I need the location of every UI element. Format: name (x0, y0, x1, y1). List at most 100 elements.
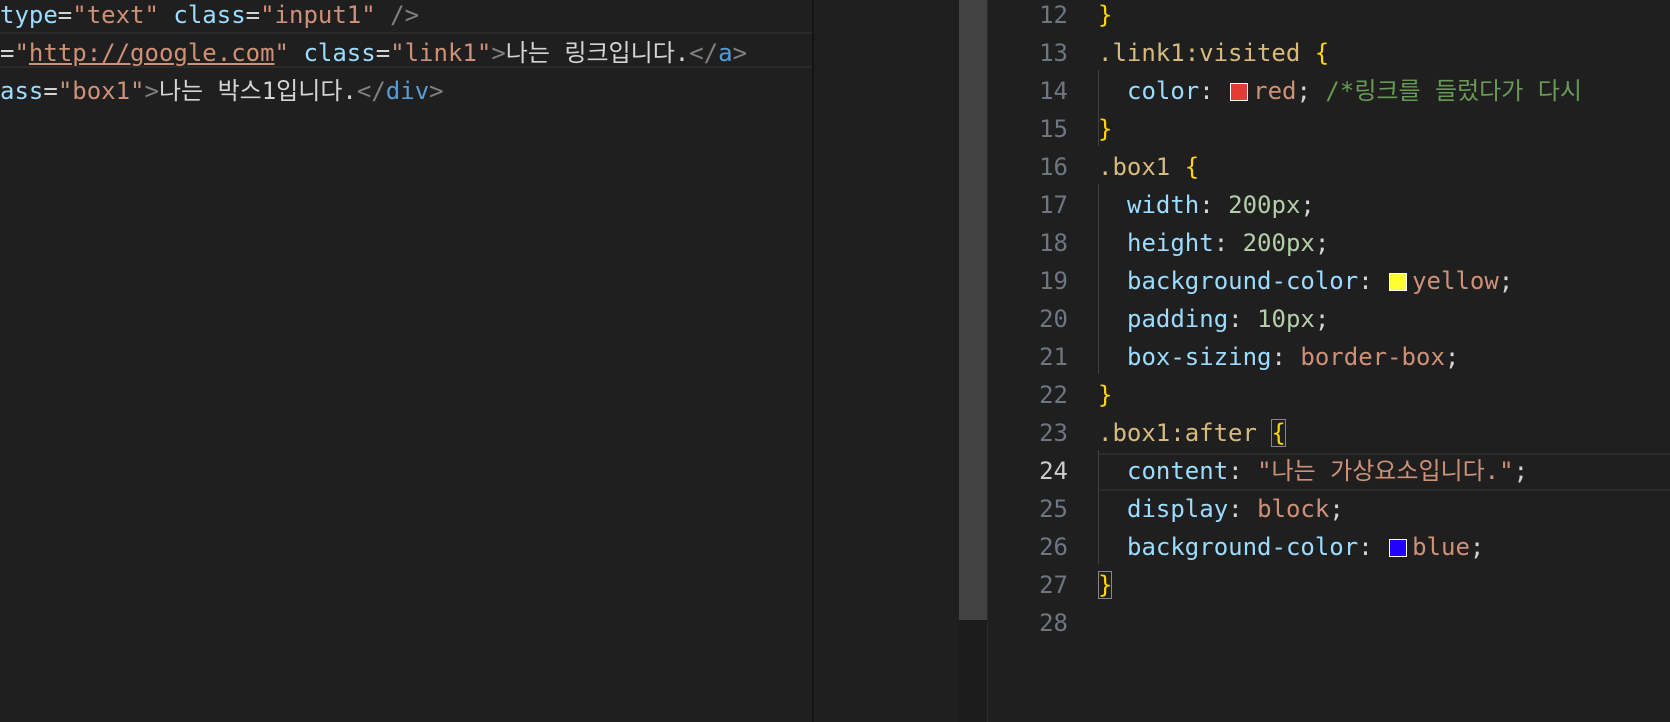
code-line[interactable]: 16 .box1 { (988, 148, 1670, 186)
code-token: : (1213, 229, 1243, 257)
code-line[interactable]: 18 height: 200px; (988, 224, 1670, 262)
code-token: : (1199, 77, 1229, 105)
code-content: width: 200px; (1127, 186, 1315, 224)
code-token: 나는 링크입니다. (505, 39, 690, 67)
code-token: "text" (72, 1, 159, 29)
code-token: : (1199, 191, 1229, 219)
color-swatch[interactable] (1389, 539, 1408, 557)
code-token: " (14, 39, 29, 67)
code-token: : (1271, 343, 1301, 371)
css-code-area[interactable]: 12} 13 .link1:visited { 14 color: red; /*링크를… (988, 0, 1670, 722)
code-token: ; (1329, 495, 1344, 523)
code-token: div (385, 77, 430, 105)
code-line[interactable]: 19 background-color: yellow; (988, 262, 1670, 300)
code-content: color: red; /*링크를 들렀다가 다시 (1127, 72, 1582, 110)
code-token: block (1257, 495, 1330, 523)
code-line[interactable]: 23 .box1:after { (988, 414, 1670, 452)
code-token: > (429, 77, 444, 105)
code-token: 10px (1257, 305, 1315, 333)
code-content: .box1 { (1098, 148, 1199, 186)
vertical-scrollbar[interactable] (959, 0, 988, 722)
code-content: content: "나는 가상요소입니다."; (1127, 452, 1528, 490)
code-token: http://google.com (28, 39, 275, 67)
code-token: ; (1314, 229, 1330, 257)
code-token: } (1098, 1, 1113, 29)
code-token: red (1253, 77, 1297, 105)
line-number: 14 (1039, 77, 1068, 105)
code-line[interactable]: 15} (988, 110, 1670, 148)
color-swatch[interactable] (1230, 83, 1249, 101)
code-content: display: block; (1127, 490, 1344, 528)
line-number: 27 (1039, 571, 1068, 599)
color-swatch[interactable] (1389, 273, 1408, 291)
code-token: = (375, 39, 391, 67)
code-content: background-color: blue; (1127, 528, 1484, 566)
code-token: = (245, 1, 261, 29)
code-token: > (732, 39, 748, 67)
code-token: ; (1300, 191, 1315, 219)
matched-bracket: { (1271, 419, 1286, 447)
code-token: : (1228, 495, 1258, 523)
code-token: = (57, 1, 73, 29)
code-content: box-sizing: border-box; (1127, 338, 1459, 376)
code-content: background-color: yellow; (1127, 262, 1513, 300)
code-token: width (1127, 191, 1200, 219)
code-token: background-color (1127, 267, 1359, 295)
code-line[interactable]: type="text" class="input1" /> (0, 0, 419, 34)
css-editor-pane[interactable]: 12} 13 .link1:visited { 14 color: red; /*링크를… (814, 0, 1670, 722)
code-token: "box1" (57, 77, 145, 105)
code-line[interactable]: 27} (988, 566, 1670, 604)
code-content: } (1098, 376, 1112, 414)
minimap[interactable] (814, 0, 959, 722)
code-token: class (303, 39, 376, 67)
code-token: "나는 가상요소입니다." (1257, 457, 1514, 485)
code-line[interactable]: 14 color: red; /*링크를 들렀다가 다시 (988, 72, 1670, 110)
code-token: : (1358, 267, 1388, 295)
line-number: 28 (1039, 609, 1068, 637)
line-number: 13 (1039, 39, 1068, 67)
code-content: } (1098, 110, 1112, 148)
code-line[interactable]: 21 box-sizing: border-box; (988, 338, 1670, 376)
code-token: ; (1498, 267, 1514, 295)
code-token: ; (1444, 343, 1460, 371)
code-line[interactable]: 28 (988, 604, 1670, 642)
line-number: 19 (1039, 267, 1068, 295)
code-token: background-color (1127, 533, 1359, 561)
code-line[interactable]: ="http://google.com" class="link1">나는 링크… (0, 34, 747, 72)
code-content: } (1098, 566, 1113, 604)
code-token: ; (1296, 77, 1326, 105)
code-token: 200px (1228, 191, 1301, 219)
matched-bracket: } (1098, 571, 1113, 599)
code-token: /*링크를 들렀다가 다시 (1325, 77, 1582, 105)
code-content: .box1:after { (1098, 414, 1286, 452)
editor-workspace: type="text" class="input1" /> ="http://go… (0, 0, 1670, 722)
line-number: 17 (1039, 191, 1068, 219)
code-line[interactable]: 13 .link1:visited { (988, 34, 1670, 72)
line-number: 23 (1039, 419, 1068, 447)
code-line[interactable]: 20 padding: 10px; (988, 300, 1670, 338)
code-token: : (1358, 533, 1388, 561)
code-token: "input1" (260, 1, 376, 29)
code-line[interactable]: 26 background-color: blue; (988, 528, 1670, 566)
code-token: ; (1314, 305, 1330, 333)
html-editor-pane[interactable]: type="text" class="input1" /> ="http://go… (0, 0, 812, 722)
code-content: padding: 10px; (1127, 300, 1329, 338)
code-token: yellow (1412, 267, 1499, 295)
scrollbar-thumb[interactable] (959, 0, 987, 620)
code-line[interactable]: ass="box1">나는 박스1입니다.</div> (0, 72, 444, 110)
code-token: padding (1127, 305, 1229, 333)
code-line[interactable]: 12} (988, 0, 1670, 34)
code-token: "link1" (390, 39, 492, 67)
code-token: /> (375, 1, 420, 29)
code-token: 200px (1242, 229, 1315, 257)
code-token: { (1314, 39, 1330, 67)
line-number: 25 (1039, 495, 1068, 523)
code-line[interactable]: 24 content: "나는 가상요소입니다."; (988, 452, 1670, 490)
code-line[interactable]: 22} (988, 376, 1670, 414)
code-token: display (1127, 495, 1229, 523)
code-line[interactable]: 25 display: block; (988, 490, 1670, 528)
line-number: 24 (1039, 457, 1068, 485)
code-line[interactable]: 17 width: 200px; (988, 186, 1670, 224)
